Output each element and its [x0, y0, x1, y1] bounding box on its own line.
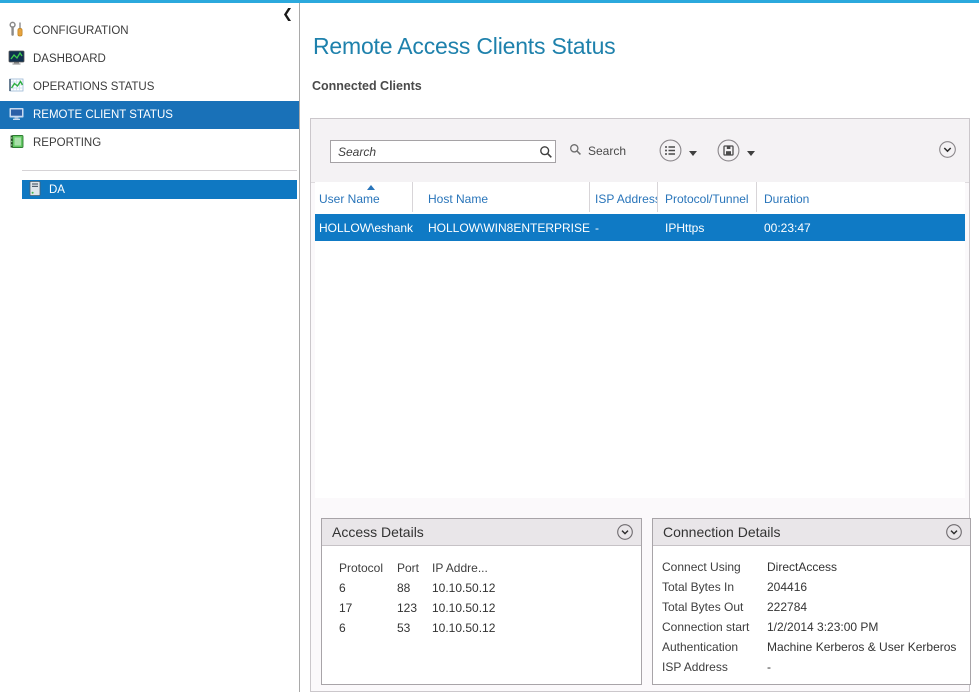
connection-field: Connection start 1/2/2014 3:23:00 PM — [662, 617, 970, 637]
sidebar-item-label: REPORTING — [33, 137, 101, 149]
sidebar-item-reporting[interactable]: REPORTING — [0, 129, 299, 157]
sidebar-item-label: OPERATIONS STATUS — [33, 81, 154, 93]
client-isp-address: - — [590, 221, 658, 235]
connection-field: ISP Address - — [662, 657, 970, 677]
client-row-selected[interactable]: HOLLOW\eshanks HOLLOW\WIN8ENTERPRISE$ - … — [315, 214, 965, 241]
access-table-row[interactable]: 17 123 10.10.50.12 — [339, 598, 641, 618]
connection-field: Total Bytes Out 222784 — [662, 597, 970, 617]
connection-details-body: Connect Using DirectAccess Total Bytes I… — [653, 557, 970, 677]
search-icon — [569, 143, 582, 159]
search-icon[interactable] — [539, 145, 553, 164]
column-header-protocol-tunnel[interactable]: Protocol/Tunnel — [658, 182, 757, 212]
sidebar-item-configuration[interactable]: CONFIGURATION — [0, 17, 299, 45]
connection-field: Authentication Machine Kerberos & User K… — [662, 637, 970, 657]
sidebar-item-operations-status[interactable]: OPERATIONS STATUS — [0, 73, 299, 101]
connection-details-panel: Connection Details Connect Using DirectA… — [652, 518, 971, 685]
column-header-duration[interactable]: Duration — [757, 182, 965, 212]
sidebar-item-label: REMOTE CLIENT STATUS — [33, 109, 173, 121]
column-header-isp-address[interactable]: ISP Address — [590, 182, 658, 212]
notebook-icon — [8, 133, 25, 153]
operations-chart-icon — [8, 77, 25, 97]
column-header-host-name[interactable]: Host Name — [413, 182, 590, 212]
column-header-user-name[interactable]: User Name — [315, 182, 413, 212]
client-protocol-tunnel: IPHttps — [658, 221, 757, 235]
search-input[interactable] — [330, 140, 556, 163]
sidebar-nav: CONFIGURATION DASHBOARD — [0, 17, 299, 157]
access-details-body: Protocol Port IP Addre... 6 88 10.10.50.… — [322, 558, 641, 638]
panel-collapse-button[interactable] — [946, 524, 962, 543]
clients-list: User Name Host Name ISP Address Protocol… — [315, 182, 965, 498]
connection-details-title: Connection Details — [663, 524, 781, 540]
access-details-header: Access Details — [322, 519, 641, 546]
panel-collapse-button[interactable] — [939, 141, 956, 163]
chevron-down-icon — [617, 524, 633, 540]
navigation-sidebar: ❮ CONFIGURATION — [0, 3, 299, 692]
tree-item-label: DA — [49, 184, 65, 196]
client-user-name: HOLLOW\eshanks — [315, 221, 413, 235]
access-details-title: Access Details — [332, 524, 424, 540]
page-title: Remote Access Clients Status — [313, 33, 615, 60]
chevron-down-icon — [689, 151, 697, 156]
connection-field: Connect Using DirectAccess — [662, 557, 970, 577]
list-view-icon — [659, 139, 682, 167]
client-duration: 00:23:47 — [757, 221, 965, 235]
chevron-down-icon — [747, 151, 755, 156]
access-table-row[interactable]: 6 88 10.10.50.12 — [339, 578, 641, 598]
access-col-protocol: Protocol — [339, 561, 397, 575]
sidebar-tree-item-da[interactable]: DA — [22, 180, 297, 199]
chevron-down-icon — [939, 141, 956, 158]
panel-collapse-button[interactable] — [617, 524, 633, 543]
save-icon — [717, 139, 740, 167]
search-button-label: Search — [588, 144, 626, 158]
access-details-panel: Access Details Protocol Port IP Addre... — [321, 518, 642, 685]
sidebar-main-divider — [299, 3, 300, 692]
server-icon — [29, 181, 41, 199]
chevron-down-icon — [946, 524, 962, 540]
view-options-dropdown[interactable] — [659, 139, 697, 167]
sidebar-item-remote-client-status[interactable]: REMOTE CLIENT STATUS — [0, 101, 299, 129]
monitor-icon — [8, 105, 25, 125]
search-button[interactable]: Search — [569, 142, 626, 160]
connected-clients-heading: Connected Clients — [312, 79, 422, 93]
clients-table-header: User Name Host Name ISP Address Protocol… — [315, 182, 965, 212]
client-host-name: HOLLOW\WIN8ENTERPRISE$ — [413, 221, 590, 235]
access-table-row[interactable]: 6 53 10.10.50.12 — [339, 618, 641, 638]
access-col-ip: IP Addre... — [432, 561, 641, 575]
dashboard-icon — [8, 49, 25, 69]
sort-ascending-icon — [367, 185, 375, 190]
clients-toolbar: Search — [311, 119, 969, 183]
connection-field: Total Bytes In 204416 — [662, 577, 970, 597]
sidebar-tree-separator — [22, 170, 297, 171]
sidebar-item-label: DASHBOARD — [33, 53, 106, 65]
export-dropdown[interactable] — [717, 139, 755, 167]
sidebar-item-dashboard[interactable]: DASHBOARD — [0, 45, 299, 73]
access-table-header: Protocol Port IP Addre... — [339, 558, 641, 578]
tools-icon — [8, 21, 25, 41]
access-col-port: Port — [397, 561, 432, 575]
sidebar-item-label: CONFIGURATION — [33, 25, 129, 37]
connected-clients-panel: Search — [310, 118, 970, 692]
connection-details-header: Connection Details — [653, 519, 970, 546]
